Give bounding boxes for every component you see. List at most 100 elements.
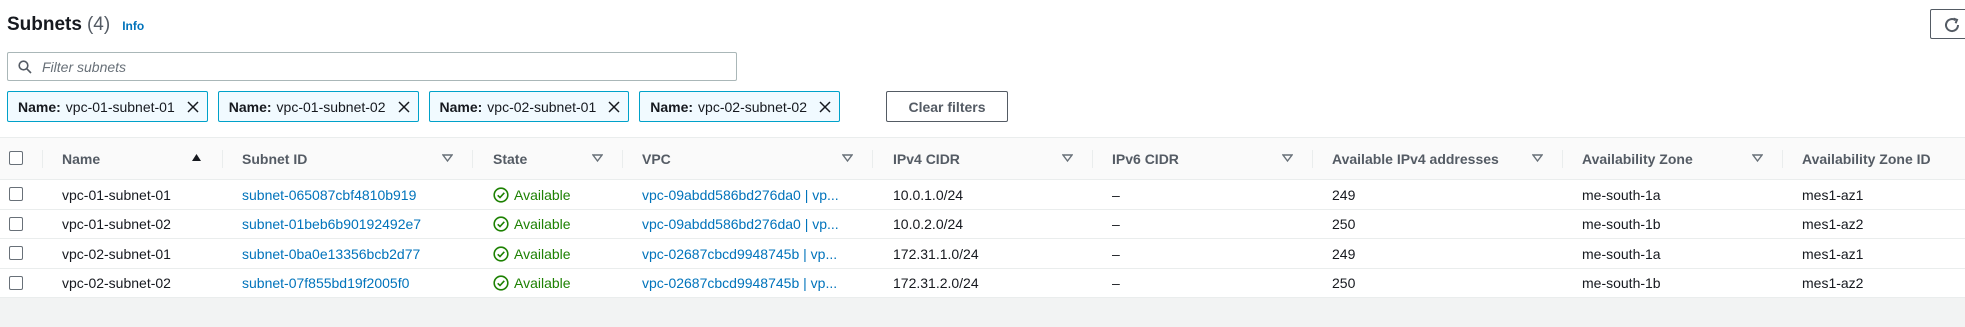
- refresh-icon: [1945, 17, 1960, 33]
- search-icon: [18, 59, 32, 74]
- token-value: vpc-02-subnet-02: [698, 98, 807, 115]
- cell-availability-zone: me-south-1b: [1582, 216, 1661, 232]
- sort-icon[interactable]: [442, 153, 453, 163]
- subnet-count: (4): [86, 14, 111, 35]
- column-header-ipv6-cidr[interactable]: IPv6 CIDR: [1112, 138, 1179, 179]
- token-key: Name:: [650, 98, 694, 115]
- cell-ipv6-cidr: –: [1112, 186, 1120, 203]
- sort-icon[interactable]: [842, 153, 853, 163]
- column-header-ipv4-cidr[interactable]: IPv4 CIDR: [893, 138, 960, 179]
- status-available-icon: [493, 186, 509, 203]
- column-divider: [872, 150, 873, 168]
- cell-ipv6-cidr: –: [1112, 216, 1120, 232]
- table-row[interactable]: vpc-02-subnet-01 subnet-0ba0e13356bcb2d7…: [0, 239, 1965, 269]
- token-key: Name:: [18, 98, 61, 115]
- filter-token: Name: vpc-02-subnet-01: [428, 91, 630, 122]
- remove-token-button[interactable]: [187, 100, 199, 113]
- cell-ipv4-cidr: 10.0.1.0/24: [893, 186, 964, 203]
- token-key: Name:: [228, 98, 272, 115]
- cell-ipv6-cidr: –: [1112, 275, 1120, 291]
- table-row[interactable]: vpc-02-subnet-02 subnet-07f855bd19f2005f…: [0, 268, 1965, 298]
- cell-availability-zone-id: mes1-az2: [1802, 275, 1864, 291]
- info-link[interactable]: Info: [122, 19, 144, 33]
- token-value: vpc-01-subnet-01: [65, 98, 175, 115]
- page-title: Subnets: [7, 14, 82, 35]
- cell-subnet-id[interactable]: subnet-065087cbf4810b919: [242, 180, 467, 209]
- filter-token: Name: vpc-02-subnet-02: [639, 91, 840, 122]
- sort-icon[interactable]: [592, 153, 603, 163]
- remove-token-button[interactable]: [819, 100, 831, 113]
- sort-icon[interactable]: [1752, 153, 1763, 163]
- cell-availability-zone-id: mes1-az1: [1802, 245, 1864, 262]
- row-checkbox[interactable]: [9, 187, 23, 201]
- row-checkbox[interactable]: [9, 275, 23, 290]
- cell-vpc[interactable]: vpc-09abdd586bd276da0 | vp...: [642, 180, 870, 209]
- cell-subnet-id[interactable]: subnet-07f855bd19f2005f0: [242, 269, 467, 298]
- column-divider: [42, 150, 43, 168]
- column-divider: [472, 150, 473, 168]
- cell-availability-zone: me-south-1a: [1582, 186, 1661, 203]
- cell-available-ipv4: 250: [1332, 275, 1356, 291]
- select-all-checkbox[interactable]: [9, 151, 23, 165]
- cell-ipv6-cidr: –: [1112, 245, 1120, 262]
- sort-icon[interactable]: [1062, 153, 1073, 163]
- cell-subnet-id[interactable]: subnet-0ba0e13356bcb2d77: [242, 239, 467, 268]
- search-input[interactable]: [42, 58, 722, 75]
- cell-available-ipv4: 249: [1332, 186, 1356, 203]
- page-header: Subnets (4) Info: [7, 14, 144, 38]
- table-header: Name Subnet ID State VPC IPv4 CIDR IPv6 …: [0, 137, 1965, 180]
- cell-name: vpc-01-subnet-01: [62, 186, 171, 203]
- close-icon: [397, 100, 410, 113]
- column-divider: [622, 150, 623, 168]
- table-row[interactable]: vpc-01-subnet-02 subnet-01beb6b90192492e…: [0, 209, 1965, 239]
- column-header-state[interactable]: State: [493, 138, 527, 179]
- column-header-available-ipv4[interactable]: Available IPv4 addresses: [1332, 138, 1499, 179]
- cell-subnet-id[interactable]: subnet-01beb6b90192492e7: [242, 210, 467, 239]
- sort-icon[interactable]: [1532, 153, 1543, 163]
- remove-token-button[interactable]: [608, 100, 620, 113]
- close-icon: [819, 100, 831, 113]
- filter-token: Name: vpc-01-subnet-02: [217, 91, 419, 122]
- cell-available-ipv4: 249: [1332, 245, 1356, 262]
- clear-filters-button[interactable]: Clear filters: [886, 91, 1008, 122]
- cell-ipv4-cidr: 172.31.1.0/24: [893, 245, 979, 262]
- sort-ascending-icon[interactable]: [191, 153, 202, 163]
- cell-vpc[interactable]: vpc-02687cbcd9948745b | vp...: [642, 269, 870, 298]
- remove-token-button[interactable]: [397, 100, 410, 113]
- token-value: vpc-01-subnet-02: [276, 98, 386, 115]
- cell-ipv4-cidr: 10.0.2.0/24: [893, 216, 964, 232]
- cell-state: Available: [493, 180, 618, 209]
- column-header-vpc[interactable]: VPC: [642, 138, 671, 179]
- column-header-name[interactable]: Name: [62, 138, 100, 179]
- state-label: Available: [514, 245, 571, 262]
- cell-vpc[interactable]: vpc-02687cbcd9948745b | vp...: [642, 239, 870, 268]
- column-divider: [1312, 150, 1313, 168]
- column-header-availability-zone-id[interactable]: Availability Zone ID: [1802, 138, 1931, 179]
- filter-token: Name: vpc-01-subnet-01: [7, 91, 208, 122]
- status-available-icon: [493, 216, 509, 232]
- status-available-icon: [493, 245, 509, 262]
- cell-availability-zone: me-south-1b: [1582, 275, 1661, 291]
- cell-state: Available: [493, 269, 618, 298]
- cell-ipv4-cidr: 172.31.2.0/24: [893, 275, 979, 291]
- cell-available-ipv4: 250: [1332, 216, 1356, 232]
- cell-availability-zone-id: mes1-az2: [1802, 216, 1864, 232]
- column-divider: [1092, 150, 1093, 168]
- column-divider: [1562, 150, 1563, 168]
- cell-availability-zone-id: mes1-az1: [1802, 186, 1864, 203]
- cell-state: Available: [493, 210, 618, 239]
- column-header-subnet-id[interactable]: Subnet ID: [242, 138, 307, 179]
- cell-name: vpc-02-subnet-02: [62, 275, 171, 291]
- cell-vpc[interactable]: vpc-09abdd586bd276da0 | vp...: [642, 210, 870, 239]
- column-header-availability-zone[interactable]: Availability Zone: [1582, 138, 1693, 179]
- state-label: Available: [514, 186, 571, 203]
- refresh-button[interactable]: [1930, 9, 1965, 39]
- table-row[interactable]: vpc-01-subnet-01 subnet-065087cbf4810b91…: [0, 180, 1965, 210]
- row-checkbox[interactable]: [9, 216, 23, 231]
- sort-icon[interactable]: [1282, 153, 1293, 163]
- cell-name: vpc-01-subnet-02: [62, 216, 171, 232]
- filter-field[interactable]: [7, 52, 737, 81]
- row-checkbox[interactable]: [9, 246, 23, 260]
- subnets-table: Name Subnet ID State VPC IPv4 CIDR IPv6 …: [0, 137, 1965, 298]
- close-icon: [187, 100, 199, 113]
